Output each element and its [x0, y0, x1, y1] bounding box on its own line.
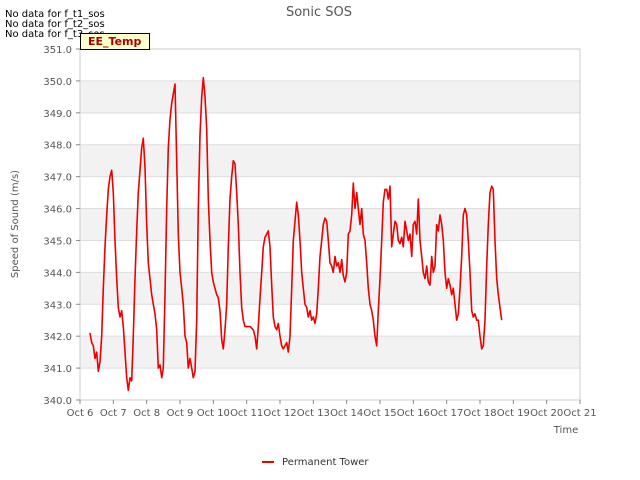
legend-label: Permanent Tower	[282, 457, 369, 468]
grid-band	[80, 336, 580, 369]
x-tick-label: Oct 12	[263, 408, 296, 419]
ee-temp-tag: EE_Temp	[80, 33, 151, 50]
y-axis-label: Speed of Sound (m/s)	[10, 170, 21, 278]
y-tick-label: 341.0	[43, 364, 72, 375]
y-tick-label: 349.0	[43, 109, 72, 120]
x-tick-label: Oct 21	[563, 408, 596, 419]
x-tick-label: Oct 19	[497, 408, 530, 419]
x-tick-label: Oct 6	[67, 408, 94, 419]
x-tick-label: Oct 18	[463, 408, 496, 419]
y-tick-label: 351.0	[43, 45, 72, 56]
grid-band	[80, 80, 580, 113]
x-tick-label: Oct 16	[397, 408, 430, 419]
chart-title: Sonic SOS	[286, 5, 352, 20]
grid-band	[80, 208, 580, 241]
x-tick-label: Oct 11	[230, 408, 263, 419]
grid-band	[80, 144, 580, 177]
x-tick-label: Oct 7	[100, 408, 127, 419]
y-tick-label: 350.0	[43, 77, 72, 88]
x-axis-label: Time	[553, 425, 578, 436]
x-tick-label: Oct 14	[330, 408, 363, 419]
x-tick-label: Oct 9	[167, 408, 194, 419]
y-tick-label: 345.0	[43, 236, 72, 247]
y-tick-label: 346.0	[43, 205, 72, 216]
x-tick-label: Oct 8	[133, 408, 160, 419]
y-tick-label: 347.0	[43, 173, 72, 184]
x-tick-label: Oct 13	[297, 408, 330, 419]
y-tick-label: 348.0	[43, 141, 72, 152]
y-tick-label: 343.0	[43, 300, 72, 311]
x-tick-label: Oct 10	[197, 408, 230, 419]
y-tick-label: 342.0	[43, 332, 72, 343]
x-tick-label: Oct 20	[530, 408, 563, 419]
x-tick-label: Oct 17	[430, 408, 463, 419]
y-tick-label: 344.0	[43, 268, 72, 279]
grid-band	[80, 272, 580, 305]
chart-container: 340.0 341.0 342.0 343.0 344.0 345.0 346.0 347.0…	[0, 0, 640, 480]
x-tick-label: Oct 15	[363, 408, 396, 419]
chart-svg: 340.0 341.0 342.0 343.0 344.0 345.0 346.0 347.0…	[10, 5, 597, 468]
y-tick-label: 340.0	[43, 396, 72, 407]
